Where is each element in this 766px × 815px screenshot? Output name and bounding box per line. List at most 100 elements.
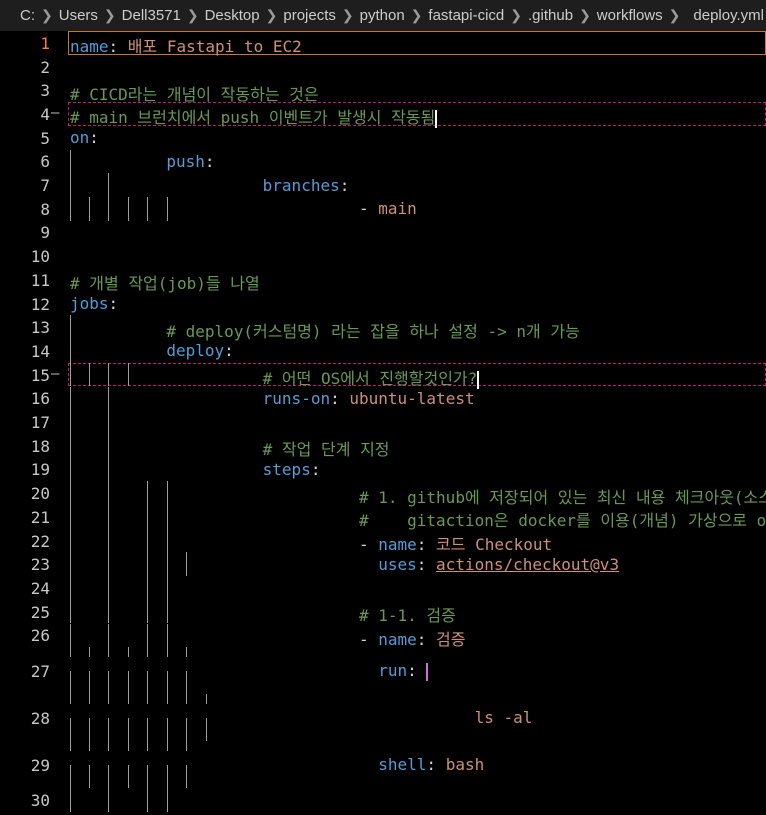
line-number: 8	[40, 199, 50, 219]
breadcrumb-item[interactable]: workflows	[595, 7, 665, 24]
code-line[interactable]: 9	[0, 221, 766, 245]
line-number: 24	[30, 578, 50, 598]
code-line[interactable]: 11 # 개별 작업(job)들 나열	[0, 268, 766, 294]
code-line[interactable]: 14 deploy:	[0, 339, 766, 363]
code-text[interactable]: deploy:	[70, 341, 234, 361]
punctuation	[70, 511, 359, 530]
punctuation	[70, 440, 263, 459]
breadcrumb-item[interactable]: Desktop	[203, 7, 262, 24]
line-number: 16	[30, 389, 50, 409]
code-text[interactable]: on:	[70, 128, 99, 147]
code-text[interactable]: run:	[70, 661, 429, 681]
code-line[interactable]: 23 uses: actions/checkout@v3	[0, 552, 766, 577]
yaml-comment: # CICD라는 개념이 작동하는 것은	[70, 84, 319, 104]
code-line[interactable]: 5 on:	[0, 126, 766, 150]
yaml-comment: # 1. github에 저장되어 있는 최신 내용 체크아웃(소스를 내려 받…	[358, 487, 766, 507]
fold-marker-icon[interactable]: —	[51, 105, 59, 121]
breadcrumb-item[interactable]: fastapi-cicd	[426, 7, 506, 24]
code-line[interactable]: 20 # 1. github에 저장되어 있는 최신 내용 체크아웃(소스를 내…	[0, 481, 766, 507]
code-line[interactable]: 3 # CICD라는 개념이 작동하는 것은	[0, 78, 766, 104]
code-line[interactable]: 10	[0, 244, 766, 268]
punctuation: -	[70, 535, 379, 555]
punctuation: :	[224, 341, 234, 361]
chevron-right-icon: ❯	[186, 7, 199, 23]
code-editor[interactable]: 1 name: 배포 Fastapi to EC2 2 3 # CICD라는 개념이 작…	[0, 31, 766, 815]
code-line[interactable]: 22 - name: 코드 Checkout	[0, 528, 766, 555]
code-line[interactable]: 17	[0, 410, 766, 434]
indent-guide	[147, 741, 148, 752]
code-line[interactable]: 21 # gitaction은 docker를 이용(개념) 가상으로 os를 …	[0, 505, 766, 530]
indent-guide	[167, 788, 168, 812]
chevron-right-icon: ❯	[510, 7, 523, 23]
breadcrumb-item[interactable]: .github	[526, 7, 575, 24]
breadcrumb-item[interactable]: projects	[281, 7, 338, 24]
yaml-key: shell	[378, 755, 427, 775]
code-text[interactable]: push:	[70, 151, 214, 171]
breadcrumb-item[interactable]: C:	[0, 7, 37, 24]
indent-guide	[108, 647, 109, 658]
yaml-value: ubuntu-latest	[349, 388, 475, 408]
yaml-value: ls -al	[474, 708, 533, 728]
code-line[interactable]: 12 jobs:	[0, 292, 766, 316]
code-line[interactable]: 26 - name: 검증	[0, 623, 766, 649]
punctuation: :	[416, 629, 437, 649]
line-number: 9	[40, 223, 50, 243]
yaml-key: runs-on	[262, 388, 331, 408]
code-line[interactable]: 6 push:	[0, 149, 766, 174]
code-text[interactable]: steps:	[70, 459, 321, 479]
code-line[interactable]: 19 steps:	[0, 457, 766, 482]
code-text[interactable]: uses: actions/checkout@v3	[70, 555, 619, 574]
code-line[interactable]: 28 ls -al	[0, 694, 766, 742]
code-line[interactable]: 15— # 어떤 OS에서 진행할것인가?	[0, 362, 766, 389]
code-line[interactable]: 1 name: 배포 Fastapi to EC2	[0, 31, 766, 56]
indent-guide	[108, 576, 109, 600]
punctuation: :	[339, 175, 350, 195]
breadcrumb-item[interactable]: python	[358, 7, 407, 24]
code-line[interactable]: 13 # deploy(커스텀명) 라는 잡을 하나 설정 -> n개 가능	[0, 315, 766, 341]
yaml-value: bash	[445, 755, 485, 775]
code-text[interactable]: - main	[70, 199, 417, 218]
code-text[interactable]: jobs:	[70, 294, 118, 313]
breadcrumb: C: ❯ Users ❯ Dell3571 ❯ Desktop ❯ projects ❯ pytho…	[0, 0, 766, 31]
code-text[interactable]: ls -al	[70, 708, 533, 728]
code-line[interactable]: 29 shell: bash	[0, 741, 766, 789]
code-line[interactable]: 27 run:	[0, 647, 766, 695]
yaml-value: 검증	[436, 629, 466, 649]
code-line[interactable]: 2	[0, 55, 766, 79]
code-line[interactable]: 7 branches:	[0, 173, 766, 197]
line-number: 18	[30, 436, 50, 456]
punctuation	[70, 389, 263, 408]
indent-guide	[206, 694, 207, 705]
fold-marker-icon[interactable]: —	[51, 366, 59, 382]
breadcrumb-file[interactable]: deploy.yml	[691, 7, 766, 24]
code-line[interactable]: 8 - main	[0, 196, 766, 221]
yaml-value[interactable]: actions/checkout@v3	[436, 555, 619, 574]
yaml-key: name	[378, 535, 417, 555]
line-number: 2	[40, 57, 50, 77]
punctuation: :	[310, 459, 321, 479]
yaml-key: uses	[378, 554, 417, 574]
line-number: 26	[30, 626, 50, 646]
chevron-right-icon: ❯	[579, 7, 591, 23]
breadcrumb-item[interactable]: Users	[57, 7, 100, 24]
punctuation	[70, 488, 359, 507]
code-line[interactable]: 18 # 작업 단계 지정	[0, 433, 766, 459]
punctuation	[70, 755, 378, 774]
yaml-key: push	[166, 151, 205, 171]
code-text[interactable]: shell: bash	[70, 755, 484, 774]
line-number: 30	[30, 791, 50, 811]
indent-guide	[89, 694, 90, 705]
code-line[interactable]: 25 # 1-1. 검증	[0, 599, 766, 625]
punctuation: :	[416, 535, 437, 555]
code-line[interactable]: 24	[0, 576, 766, 600]
indent-guide	[167, 576, 168, 600]
yaml-value: 코드 Checkout	[436, 535, 553, 555]
code-line[interactable]: 16 runs-on: ubuntu-latest	[0, 386, 766, 411]
code-text[interactable]: branches:	[70, 175, 350, 195]
breadcrumb-item[interactable]: Dell3571	[120, 7, 183, 24]
code-line[interactable]: 30	[0, 788, 766, 812]
code-line[interactable]: 4— # main 브런치에서 push 이벤트가 발생시 작동됨	[0, 102, 766, 128]
yaml-comment: # 개별 작업(job)들 나열	[70, 274, 260, 294]
code-text[interactable]: runs-on: ubuntu-latest	[70, 389, 475, 408]
yaml-key: name	[378, 629, 417, 649]
